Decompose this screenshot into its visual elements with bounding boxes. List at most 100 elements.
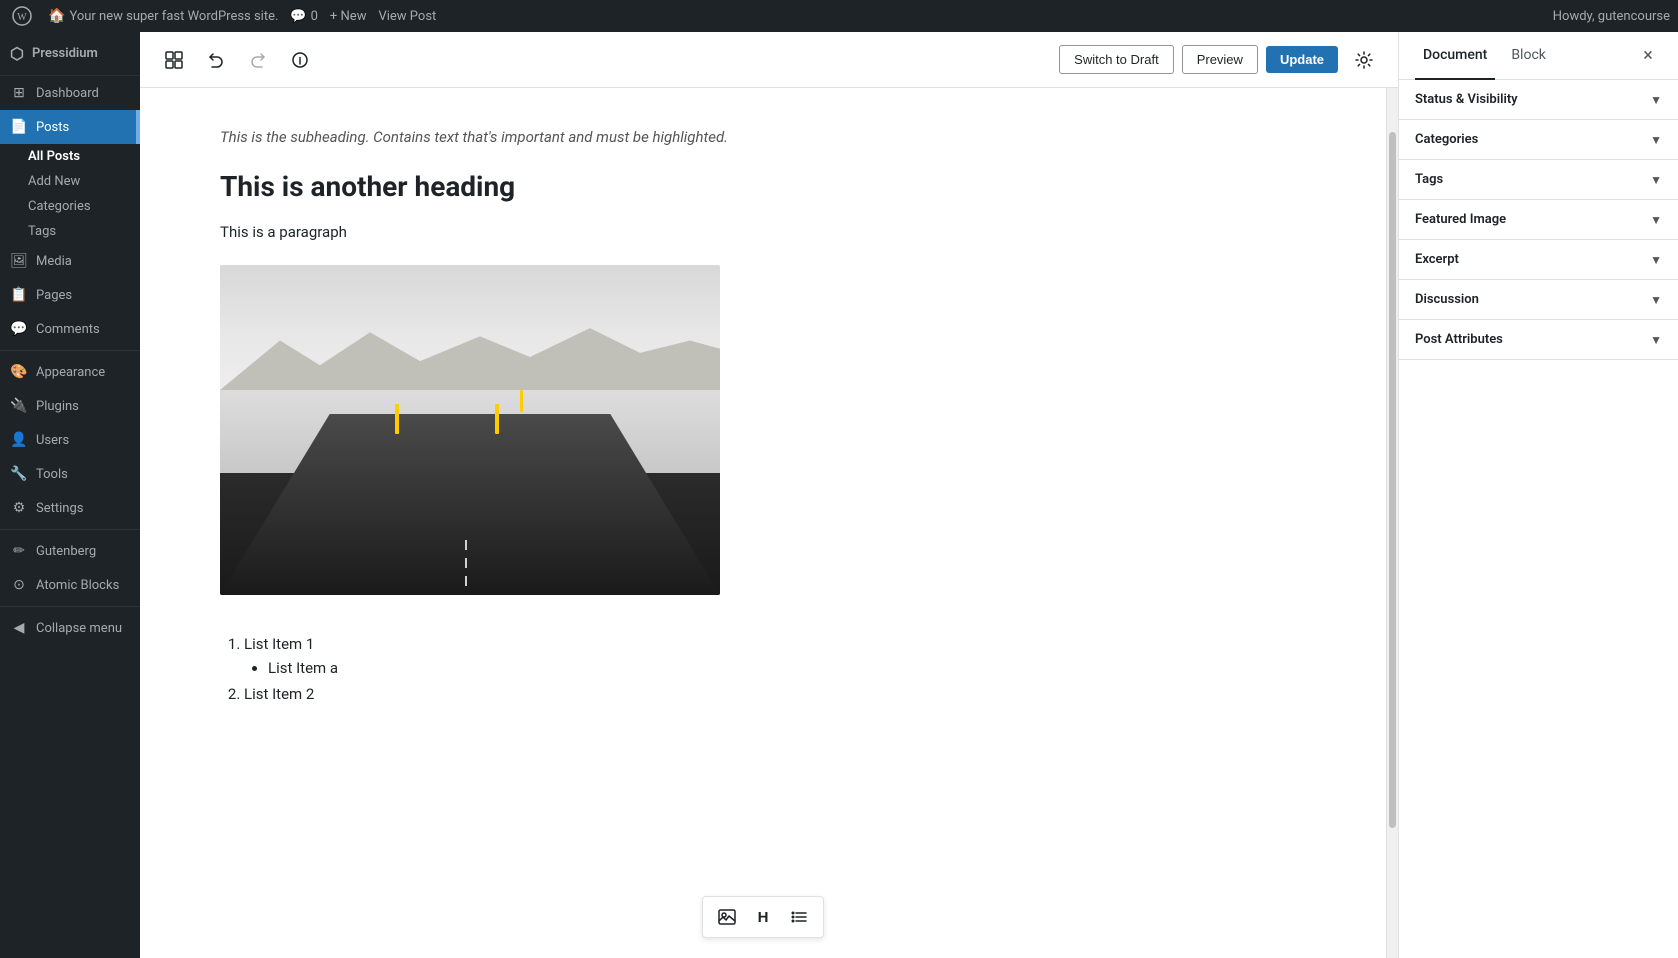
sidebar-divider-2 bbox=[0, 529, 140, 530]
appearance-icon: 🎨 bbox=[10, 363, 28, 381]
sidebar-item-label: Media bbox=[36, 254, 72, 269]
panel-section-tags: Tags ▼ bbox=[1399, 160, 1678, 200]
tab-document[interactable]: Document bbox=[1415, 32, 1495, 80]
sidebar-item-posts[interactable]: 📄 Posts bbox=[0, 110, 140, 144]
panel-section-tags-header[interactable]: Tags ▼ bbox=[1399, 160, 1678, 199]
sidebar-item-label: Plugins bbox=[36, 399, 79, 414]
sidebar-submenu-add-new[interactable]: Add New bbox=[0, 169, 140, 194]
comments-count: 0 bbox=[311, 9, 318, 24]
sidebar-item-label: Comments bbox=[36, 322, 100, 337]
chevron-categories-icon: ▼ bbox=[1650, 133, 1662, 147]
plugins-icon: 🔌 bbox=[10, 397, 28, 415]
tags-label: Tags bbox=[28, 224, 56, 239]
panel-section-post-attributes: Post Attributes ▼ bbox=[1399, 320, 1678, 360]
adminbar-howdy: Howdy, gutencourse bbox=[1553, 9, 1670, 24]
panel-section-categories-header[interactable]: Categories ▼ bbox=[1399, 120, 1678, 159]
panel-section-status-visibility-header[interactable]: Status & Visibility ▼ bbox=[1399, 80, 1678, 119]
toolbar-left bbox=[156, 42, 318, 78]
redo-button[interactable] bbox=[240, 42, 276, 78]
panel-section-post-attributes-header[interactable]: Post Attributes ▼ bbox=[1399, 320, 1678, 359]
categories-label: Categories bbox=[28, 199, 91, 214]
chevron-discussion-icon: ▼ bbox=[1650, 293, 1662, 307]
list-item-1: List Item 1 List Item a bbox=[244, 635, 1306, 677]
road-marker-1 bbox=[395, 404, 399, 434]
sidebar-item-label: Dashboard bbox=[36, 86, 99, 101]
list-item-1-sub: List Item a bbox=[268, 659, 1306, 677]
sidebar-item-users[interactable]: 👤 Users bbox=[0, 423, 140, 457]
pages-icon: 📋 bbox=[10, 286, 28, 304]
editor-list-block: List Item 1 List Item a List Item 2 bbox=[244, 635, 1306, 703]
panel-section-title-status: Status & Visibility bbox=[1415, 92, 1518, 107]
adminbar-site-item[interactable]: 🏠 Your new super fast WordPress site. bbox=[48, 8, 278, 24]
chevron-status-icon: ▼ bbox=[1650, 93, 1662, 107]
sidebar-submenu-all-posts[interactable]: All Posts bbox=[0, 144, 140, 169]
dashboard-icon: ⊞ bbox=[10, 84, 28, 102]
info-button[interactable] bbox=[282, 42, 318, 78]
tab-block[interactable]: Block bbox=[1503, 32, 1554, 80]
panel-section-title-post-attributes: Post Attributes bbox=[1415, 332, 1503, 347]
sidebar-item-comments[interactable]: 💬 Comments bbox=[0, 312, 140, 346]
adminbar-view-post[interactable]: View Post bbox=[378, 9, 436, 24]
preview-button[interactable]: Preview bbox=[1182, 45, 1258, 74]
wp-logo[interactable]: W bbox=[8, 2, 36, 30]
sidebar-submenu-categories[interactable]: Categories bbox=[0, 194, 140, 219]
editor-image-block[interactable] bbox=[220, 265, 720, 595]
close-icon: × bbox=[1643, 45, 1653, 66]
sidebar-item-label: Settings bbox=[36, 501, 83, 516]
atomic-blocks-icon: ⊙ bbox=[10, 576, 28, 594]
editor-paragraph: This is a paragraph bbox=[220, 223, 1306, 241]
sidebar-item-label: Gutenberg bbox=[36, 544, 96, 559]
sidebar-collapse-menu[interactable]: ◀ Collapse menu bbox=[0, 611, 140, 645]
panel-section-title-tags: Tags bbox=[1415, 172, 1443, 187]
sidebar-item-label: Tools bbox=[36, 467, 68, 482]
sidebar-item-dashboard[interactable]: ⊞ Dashboard bbox=[0, 76, 140, 110]
block-toolbar-heading-button[interactable]: H bbox=[747, 901, 779, 933]
panel-section-discussion-header[interactable]: Discussion ▼ bbox=[1399, 280, 1678, 319]
sidebar-item-gutenberg[interactable]: ✏ Gutenberg bbox=[0, 534, 140, 568]
undo-button[interactable] bbox=[198, 42, 234, 78]
comments-icon: 💬 bbox=[10, 320, 28, 338]
sidebar-item-pages[interactable]: 📋 Pages bbox=[0, 278, 140, 312]
sidebar-item-atomic-blocks[interactable]: ⊙ Atomic Blocks bbox=[0, 568, 140, 602]
sidebar-item-appearance[interactable]: 🎨 Appearance bbox=[0, 355, 140, 389]
new-label: + New bbox=[330, 9, 367, 24]
editor-heading: This is another heading bbox=[220, 170, 1306, 203]
list-item-2: List Item 2 bbox=[244, 685, 1306, 703]
panel-section-excerpt: Excerpt ▼ bbox=[1399, 240, 1678, 280]
panel-close-button[interactable]: × bbox=[1634, 42, 1662, 70]
block-toolbar: H bbox=[702, 896, 824, 938]
sidebar-item-tools[interactable]: 🔧 Tools bbox=[0, 457, 140, 491]
settings-button[interactable] bbox=[1346, 42, 1382, 78]
add-new-label: Add New bbox=[28, 174, 80, 189]
sidebar-brand[interactable]: ⬡ Pressidium bbox=[0, 32, 140, 76]
panel-section-discussion: Discussion ▼ bbox=[1399, 280, 1678, 320]
tab-block-label: Block bbox=[1511, 47, 1546, 63]
switch-draft-button[interactable]: Switch to Draft bbox=[1059, 45, 1174, 74]
panel-section-title-discussion: Discussion bbox=[1415, 292, 1479, 307]
adminbar-new-item[interactable]: + New bbox=[330, 9, 367, 24]
sidebar-item-settings[interactable]: ⚙ Settings bbox=[0, 491, 140, 525]
main-layout: ⬡ Pressidium ⊞ Dashboard 📄 Posts All Pos… bbox=[0, 0, 1678, 958]
add-block-button[interactable] bbox=[156, 42, 192, 78]
update-button[interactable]: Update bbox=[1266, 46, 1338, 73]
view-post-label: View Post bbox=[378, 9, 436, 24]
panel-section-excerpt-header[interactable]: Excerpt ▼ bbox=[1399, 240, 1678, 279]
sidebar-submenu-tags[interactable]: Tags bbox=[0, 219, 140, 244]
sidebar-item-label: Posts bbox=[36, 120, 69, 135]
block-toolbar-image-button[interactable] bbox=[711, 901, 743, 933]
chevron-featured-image-icon: ▼ bbox=[1650, 213, 1662, 227]
sidebar-item-media[interactable]: 🖼 Media bbox=[0, 244, 140, 278]
panel-section-featured-image: Featured Image ▼ bbox=[1399, 200, 1678, 240]
heading-icon-label: H bbox=[758, 909, 769, 926]
editor-scrollbar[interactable] bbox=[1386, 88, 1398, 958]
site-icon: 🏠 bbox=[48, 8, 65, 24]
admin-bar: W 🏠 Your new super fast WordPress site. … bbox=[0, 0, 1678, 32]
sidebar-item-plugins[interactable]: 🔌 Plugins bbox=[0, 389, 140, 423]
road-marker-3 bbox=[520, 390, 523, 412]
adminbar-comments-item[interactable]: 💬 0 bbox=[290, 9, 318, 24]
sidebar-item-label: Appearance bbox=[36, 365, 105, 380]
collapse-label: Collapse menu bbox=[36, 621, 122, 636]
panel-section-featured-image-header[interactable]: Featured Image ▼ bbox=[1399, 200, 1678, 239]
block-toolbar-list-button[interactable] bbox=[783, 901, 815, 933]
editor-content[interactable]: This is the subheading. Contains text th… bbox=[140, 88, 1386, 958]
